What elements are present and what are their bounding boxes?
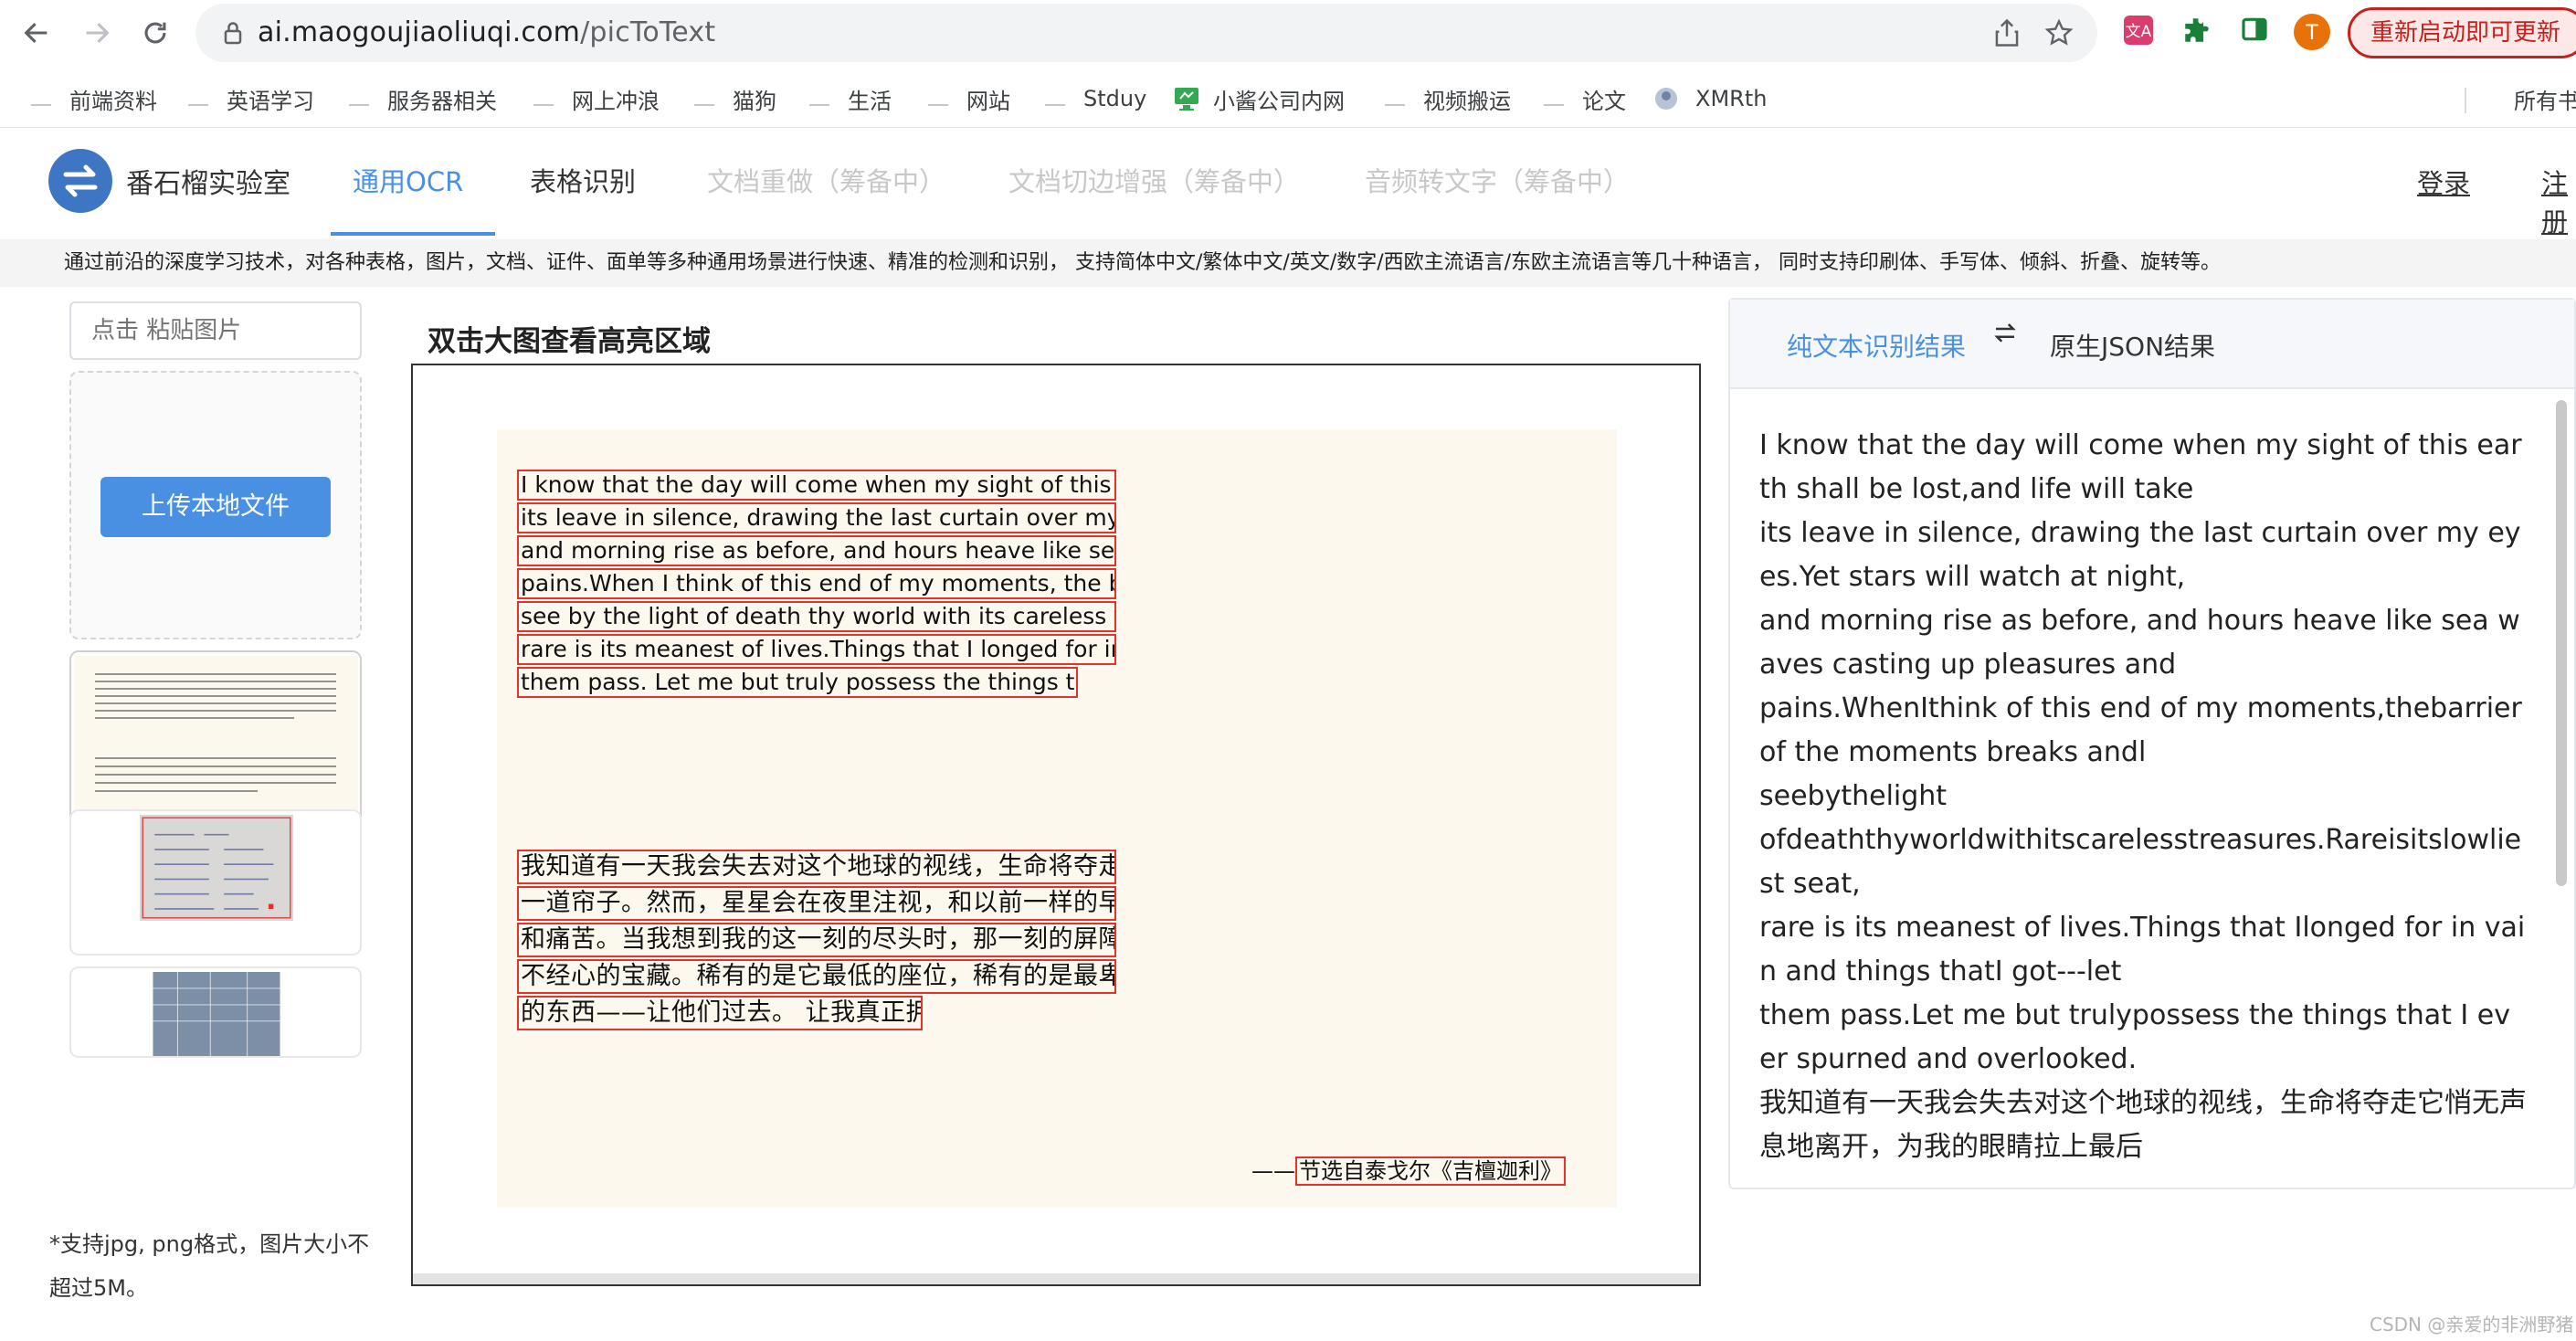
browser-chrome: ai.maogoujiaoliuqi.com/picToText 文A T 重新…	[0, 0, 2576, 128]
result-line: ofdeaththyworldwithitscarelesstreasures.…	[1759, 824, 2522, 900]
ocr-box-cn-5[interactable]: 的东西——让他们过去。 让我真正拥有我曾经唾弃和忽视的东西。	[517, 996, 923, 1030]
swap-logo-icon[interactable]	[48, 148, 113, 214]
ocr-box-cn-4[interactable]: 不经心的宝藏。稀有的是它最低的座位，稀有的是最卑微的生活。我徒劳地渴望的东西和我…	[517, 959, 1116, 994]
share-icon[interactable]	[1993, 18, 2021, 51]
bookmark-item[interactable]: 猫狗	[694, 80, 776, 117]
upload-local-file-button[interactable]: 上传本地文件	[100, 477, 331, 537]
folder-icon	[1544, 91, 1564, 106]
result-line: its leave in silence, drawing the last c…	[1759, 517, 2521, 593]
bookmark-item[interactable]: 前端资料	[31, 80, 157, 117]
extensions-puzzle-icon[interactable]	[2181, 15, 2212, 49]
profile-avatar[interactable]: T	[2293, 13, 2331, 55]
folder-icon	[809, 91, 829, 106]
active-tab-indicator	[331, 232, 495, 236]
ocr-box-en-1[interactable]: I know that the day will come when my si…	[517, 470, 1116, 501]
folder-icon	[349, 91, 369, 106]
bookmarks-bar: 前端资料 英语学习 服务器相关 网上冲浪 猫狗 生活 网站 Stduy 小酱公司…	[0, 77, 2576, 122]
svg-text:文A: 文A	[2126, 23, 2152, 41]
paste-image-input[interactable]	[69, 301, 362, 360]
image-preview[interactable]: I know that the day will come when my si…	[411, 364, 1701, 1286]
folder-icon	[533, 91, 554, 106]
result-line: I know that the day will come when my si…	[1759, 429, 2522, 505]
result-line: pains.WhenIthink of this end of my momen…	[1759, 692, 2522, 768]
tab-audio-to-text[interactable]: 音频转文字（筹备中）	[1365, 161, 1630, 199]
register-link[interactable]: 注册	[2541, 163, 2576, 239]
result-panel: 纯文本识别结果 原生JSON结果 I know that the day wil…	[1728, 298, 2576, 1189]
result-line: 我知道有一天我会失去对这个地球的视线，生命将夺走它悄无声息地离开，为我的眼睛拉上…	[1759, 1087, 2527, 1163]
tab-document-crop-enhance[interactable]: 文档切边增强（筹备中）	[1008, 161, 1300, 199]
bookmark-item[interactable]: 论文	[1544, 80, 1626, 117]
ocr-box-en-7[interactable]: them pass. Let me but truly possess the …	[517, 667, 1078, 698]
bookmark-item[interactable]: 视频搬运	[1385, 80, 1511, 117]
sample-thumbnail-table[interactable]	[69, 966, 362, 1058]
bookmark-item[interactable]: XMRth	[1653, 80, 1767, 117]
url-text[interactable]: ai.maogoujiaoliuqi.com/picToText	[258, 16, 715, 48]
site-header: 番石榴实验室 通用OCR 表格识别 文档重做（筹备中） 文档切边增强（筹备中） …	[0, 130, 2576, 238]
relaunch-update-button[interactable]: 重新启动即可更新	[2348, 7, 2576, 58]
reload-icon[interactable]	[135, 13, 175, 53]
bookmark-item[interactable]: 网站	[928, 80, 1010, 117]
watermark: CSDN @亲爱的非洲野猪	[2370, 1314, 2574, 1336]
bookmark-item[interactable]: 生活	[809, 80, 892, 117]
table-sample-image	[153, 972, 280, 1056]
result-tabs: 纯文本识别结果 原生JSON结果	[1730, 300, 2574, 389]
swap-arrows-icon[interactable]	[1991, 320, 2019, 354]
preview-scrollbar-track[interactable]	[413, 1273, 1699, 1284]
tab-table-recognition[interactable]: 表格识别	[530, 161, 636, 199]
lock-icon[interactable]	[223, 20, 243, 49]
result-text-area[interactable]: I know that the day will come when my si…	[1732, 391, 2572, 1182]
tab-plain-text-result[interactable]: 纯文本识别结果	[1787, 327, 1966, 364]
site-name[interactable]: 番石榴实验室	[126, 161, 290, 201]
back-icon[interactable]	[16, 13, 57, 53]
folder-icon	[31, 91, 51, 106]
folder-icon	[1385, 91, 1405, 106]
upload-dropzone[interactable]: 上传本地文件	[69, 371, 362, 639]
ocr-source-image[interactable]: I know that the day will come when my si…	[497, 429, 1617, 1208]
ocr-box-cn-1[interactable]: 我知道有一天我会失去对这个地球的视线，生命将夺走它悄无声息地离开，为我的眼睛拉上…	[517, 850, 1116, 884]
login-link[interactable]: 登录	[2417, 163, 2470, 201]
ocr-box-en-2[interactable]: its leave in silence, drawing the last c…	[517, 502, 1116, 533]
sample-thumbnail-handwritten[interactable]	[69, 809, 362, 956]
folder-icon	[928, 91, 948, 106]
side-panel-icon[interactable]	[2240, 15, 2269, 48]
ocr-box-en-5[interactable]: see by the light of death thy world with…	[517, 601, 1116, 632]
monitor-icon	[1173, 86, 1200, 111]
translate-extension-icon[interactable]: 文A	[2123, 15, 2154, 49]
tab-general-ocr[interactable]: 通用OCR	[353, 161, 463, 199]
result-line: them pass.Let me but trulypossess the th…	[1759, 999, 2510, 1075]
result-line: and morning rise as before, and hours he…	[1759, 605, 2520, 681]
file-format-note: *支持jpg, png格式，图片大小不超过5M。	[49, 1231, 370, 1301]
bookmark-item[interactable]: 网上冲浪	[533, 80, 660, 117]
tab-raw-json-result[interactable]: 原生JSON结果	[2050, 327, 2215, 364]
handwritten-sample-image	[139, 815, 294, 921]
result-line: seebythelight	[1759, 780, 1948, 812]
ocr-box-en-6[interactable]: rare is its meanest of lives.Things that…	[517, 634, 1116, 665]
all-bookmarks-folder[interactable]: 所有书	[2514, 80, 2576, 117]
bookmark-separator	[2465, 88, 2466, 113]
bookmark-star-icon[interactable]	[2044, 18, 2074, 51]
result-line: rare is its meanest of lives.Things that…	[1759, 912, 2526, 987]
globe-icon	[1653, 86, 1679, 111]
ocr-box-en-3[interactable]: and morning rise as before, and hours he…	[517, 535, 1116, 566]
bookmark-item[interactable]: 英语学习	[188, 80, 314, 117]
ocr-box-attribution[interactable]: —— 节选自泰戈尔《吉檀迦利》	[1251, 1156, 1566, 1186]
ocr-box-cn-2[interactable]: 一道帘子。然而，星星会在夜里注视，和以前一样的早晨升起，时间像海浪一样起伏，带来…	[517, 886, 1116, 921]
upload-column: 上传本地文件	[26, 287, 369, 1341]
bookmark-item[interactable]: 小酱公司内网	[1173, 80, 1345, 117]
recognized-text[interactable]: I know that the day will come when my si…	[1759, 424, 2527, 1169]
folder-icon	[188, 91, 208, 106]
service-description: 通过前沿的深度学习技术，对各种表格，图片，文档、证件、面单等多种通用场景进行快速…	[0, 239, 2576, 287]
ocr-box-cn-3[interactable]: 和痛苦。当我想到我的这一刻的尽头时，那一刻的屏障打破了，我用死亡之光看你的世界和…	[517, 923, 1116, 957]
bookmark-item[interactable]: 服务器相关	[349, 80, 497, 117]
folder-icon	[1045, 91, 1065, 106]
ocr-box-en-4[interactable]: pains.When I think of this end of my mom…	[517, 568, 1116, 599]
preview-title: 双击大图查看高亮区域	[428, 325, 711, 358]
address-bar[interactable]: ai.maogoujiaoliuqi.com/picToText	[195, 4, 2097, 62]
result-scrollbar[interactable]	[2556, 400, 2567, 886]
tab-document-redo[interactable]: 文档重做（筹备中）	[707, 161, 945, 199]
forward-icon[interactable]	[77, 13, 117, 53]
bookmark-item[interactable]: Stduy	[1045, 80, 1146, 117]
folder-icon	[694, 91, 714, 106]
svg-text:T: T	[2305, 22, 2318, 45]
